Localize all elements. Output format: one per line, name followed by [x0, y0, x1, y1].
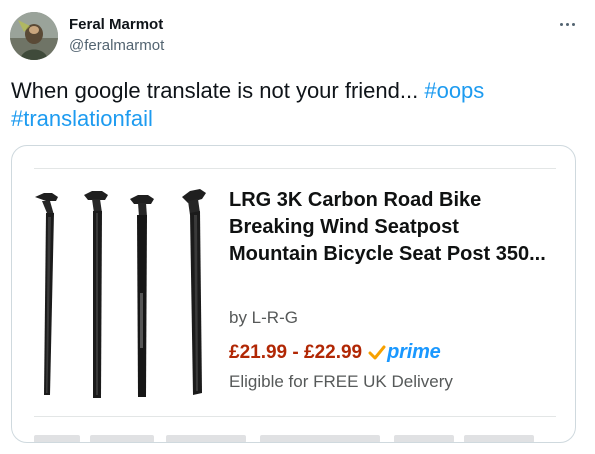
- dot: [559, 22, 563, 26]
- product-price: £21.99 - £22.99: [229, 341, 363, 363]
- more-options-icon[interactable]: [553, 14, 581, 34]
- hashtag-translationfail[interactable]: #translationfail: [11, 106, 153, 131]
- price-row: £21.99 - £22.99 prime: [229, 341, 441, 364]
- product-title[interactable]: LRG 3K Carbon Road Bike Breaking Wind Se…: [229, 187, 549, 268]
- seatpost-product-image: [35, 189, 206, 398]
- tweet: Feral Marmot @feralmarmot When google tr…: [0, 0, 595, 454]
- tweet-text: When google translate is not your friend…: [11, 77, 571, 133]
- cropped-next-listing: [34, 433, 556, 442]
- tweet-body: When google translate is not your friend…: [11, 78, 425, 103]
- attached-image[interactable]: LRG 3K Carbon Road Bike Breaking Wind Se…: [11, 145, 576, 443]
- display-name[interactable]: Feral Marmot: [69, 15, 163, 35]
- divider: [34, 168, 556, 169]
- user-handle[interactable]: @feralmarmot: [69, 36, 164, 56]
- delivery-info: Eligible for FREE UK Delivery: [229, 372, 453, 391]
- divider: [34, 416, 556, 417]
- prime-label: prime: [387, 341, 441, 363]
- avatar[interactable]: [10, 12, 58, 60]
- hashtag-oops[interactable]: #oops: [424, 78, 484, 103]
- prime-badge: prime: [368, 341, 441, 364]
- product-brand: by L-R-G: [229, 308, 298, 327]
- checkmark-icon: [368, 345, 386, 359]
- dot: [571, 22, 575, 26]
- dot: [565, 22, 569, 26]
